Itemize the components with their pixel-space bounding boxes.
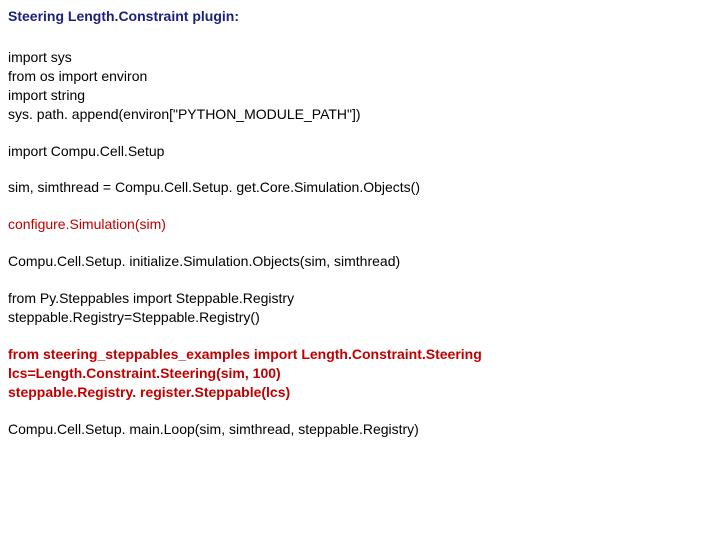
code-block-3: sim, simthread = Compu.Cell.Setup. get.C… xyxy=(8,178,712,197)
code-block-4: configure.Simulation(sim) xyxy=(8,215,712,234)
code-line: configure.Simulation(sim) xyxy=(8,215,712,234)
code-block-2: import Compu.Cell.Setup xyxy=(8,142,712,161)
code-line: steppable.Registry. register.Steppable(l… xyxy=(8,383,712,402)
code-line: from Py.Steppables import Steppable.Regi… xyxy=(8,289,712,308)
code-line: steppable.Registry=Steppable.Registry() xyxy=(8,308,712,327)
code-line: Compu.Cell.Setup. initialize.Simulation.… xyxy=(8,252,712,271)
code-line: import string xyxy=(8,86,712,105)
code-line: import sys xyxy=(8,48,712,67)
code-block-5: Compu.Cell.Setup. initialize.Simulation.… xyxy=(8,252,712,271)
code-line: from os import environ xyxy=(8,67,712,86)
page-title: Steering Length.Constraint plugin: xyxy=(8,8,712,24)
code-block-1: import sys from os import environ import… xyxy=(8,48,712,124)
code-block-8: Compu.Cell.Setup. main.Loop(sim, simthre… xyxy=(8,420,712,439)
code-line: sys. path. append(environ["PYTHON_MODULE… xyxy=(8,105,712,124)
code-line: lcs=Length.Constraint.Steering(sim, 100) xyxy=(8,364,712,383)
code-line: sim, simthread = Compu.Cell.Setup. get.C… xyxy=(8,178,712,197)
code-block-6: from Py.Steppables import Steppable.Regi… xyxy=(8,289,712,327)
code-block-7: from steering_steppables_examples import… xyxy=(8,345,712,402)
code-line: import Compu.Cell.Setup xyxy=(8,142,712,161)
code-line: Compu.Cell.Setup. main.Loop(sim, simthre… xyxy=(8,420,712,439)
code-line: from steering_steppables_examples import… xyxy=(8,345,712,364)
